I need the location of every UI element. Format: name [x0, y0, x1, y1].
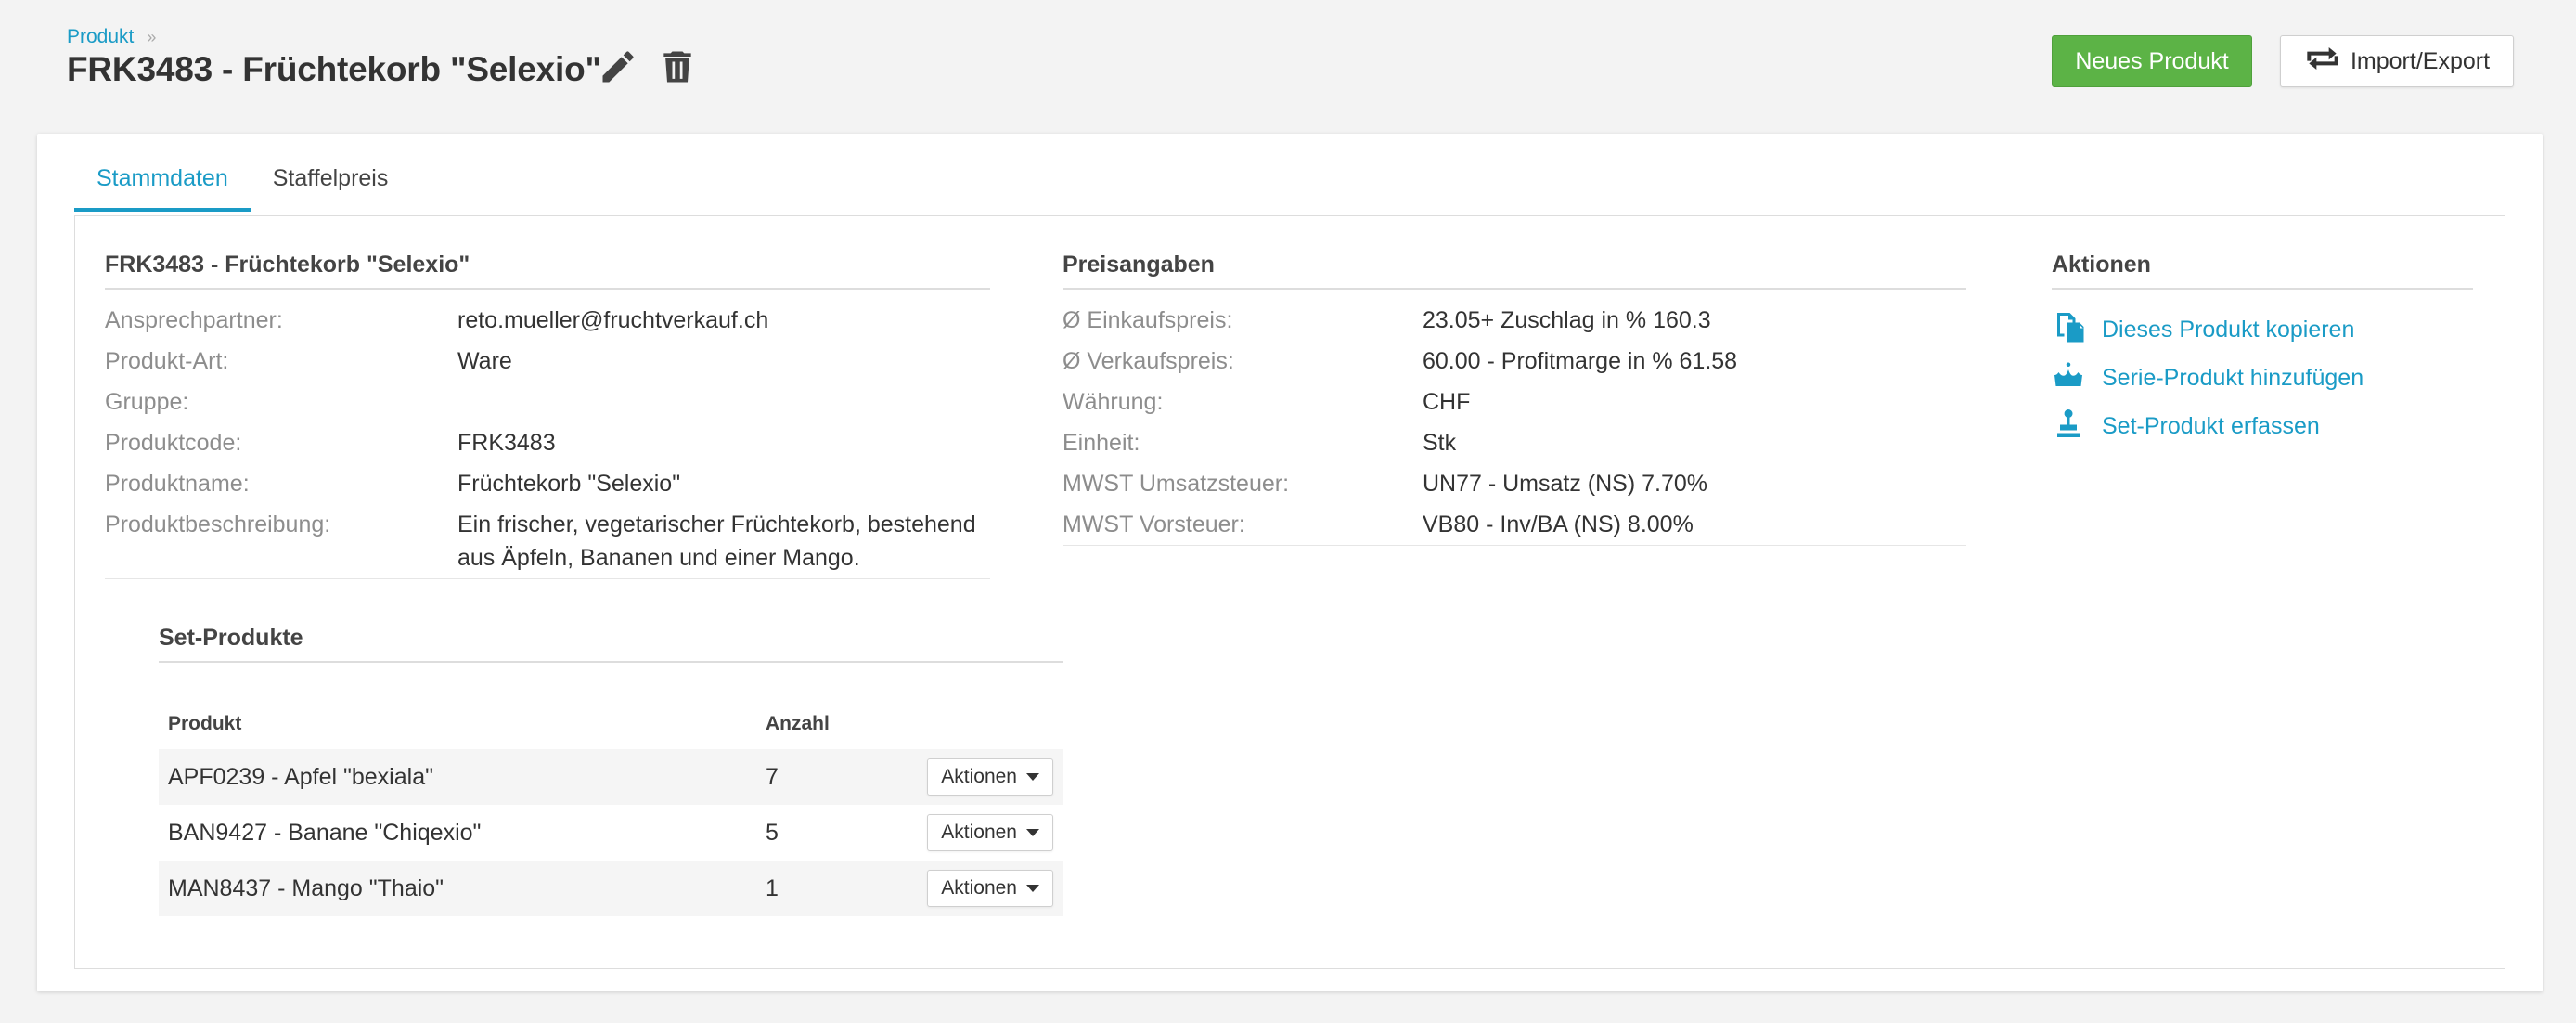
- field-label: Produkt-Art:: [105, 348, 229, 374]
- caret-down-icon: [1026, 885, 1039, 892]
- field-value: VB80 - Inv/BA (NS) 8.00%: [1423, 512, 1694, 537]
- field-label: Ø Verkaufspreis:: [1063, 348, 1234, 374]
- field-row: MWST Umsatzsteuer: UN77 - Umsatz (NS) 7.7…: [1063, 463, 1966, 504]
- row-actions-label: Aktionen: [941, 822, 1017, 843]
- row-actions-dropdown[interactable]: Aktionen: [927, 814, 1053, 851]
- row-actions-label: Aktionen: [941, 877, 1017, 899]
- add-series-product-label: Serie-Produkt hinzufügen: [2102, 364, 2364, 391]
- preisangaben-fields: Ø Einkaufspreis: 23.05+ Zuschlag in % 160…: [1063, 300, 1966, 546]
- product-card: Stammdaten Staffelpreis FRK3483 - Frücht…: [37, 134, 2543, 991]
- set-product-name: MAN8437 - Mango "Thaio": [168, 874, 444, 901]
- aktionen-section-title: Aktionen: [2052, 252, 2473, 290]
- field-label: Einheit:: [1063, 430, 1140, 456]
- field-row: MWST Vorsteuer: VB80 - Inv/BA (NS) 8.00%: [1063, 504, 1966, 545]
- copy-product-link[interactable]: Dieses Produkt kopieren: [2052, 305, 2363, 354]
- product-description: Ein frischer, vegetarischer Früchtekorb,…: [457, 504, 976, 575]
- stammdaten-section-title: FRK3483 - Früchtekorb "Selexio": [105, 252, 990, 290]
- field-value: Ware: [457, 348, 512, 374]
- product-description-line-1: Ein frischer, vegetarischer Früchtekorb,…: [457, 512, 976, 537]
- copy-product-label: Dieses Produkt kopieren: [2102, 316, 2355, 343]
- refresh-arrows-icon: [2304, 44, 2341, 80]
- contact-email: reto.mueller@fruchtverkauf.ch: [457, 307, 769, 333]
- field-row: Produktname: Früchtekorb "Selexio": [105, 463, 990, 504]
- field-row: Produkt-Art: Ware: [105, 341, 990, 382]
- tab-bar: Stammdaten Staffelpreis: [74, 156, 410, 212]
- field-row: Ø Einkaufspreis: 23.05+ Zuschlag in % 160…: [1063, 300, 1966, 341]
- breadcrumb: Produkt »: [67, 26, 156, 48]
- set-product-count: 7: [766, 763, 779, 790]
- caret-down-icon: [1026, 829, 1039, 836]
- row-actions-dropdown[interactable]: Aktionen: [927, 870, 1053, 907]
- field-label: MWST Umsatzsteuer:: [1063, 471, 1290, 497]
- field-label: Ø Einkaufspreis:: [1063, 307, 1233, 333]
- aktionen-list: Dieses Produkt kopieren Serie-Produkt hi…: [2052, 305, 2363, 450]
- page-title: FRK3483 - Früchtekorb "Selexio": [67, 50, 601, 88]
- product-description-line-2: aus Äpfeln, Bananen und einer Mango.: [457, 545, 860, 571]
- field-row: Produktbeschreibung: Ein frischer, veget…: [105, 504, 990, 575]
- field-value: 23.05+ Zuschlag in % 160.3: [1423, 307, 1711, 333]
- table-row: BAN9427 - Banane "Chiqexio" 5 Aktionen: [159, 805, 1063, 861]
- stammdaten-panel: FRK3483 - Früchtekorb "Selexio" Ansprech…: [74, 215, 2505, 969]
- field-value: FRK3483: [457, 430, 556, 456]
- create-set-product-label: Set-Produkt erfassen: [2102, 412, 2320, 439]
- column-header-produkt: Produkt: [168, 713, 242, 734]
- column-header-anzahl: Anzahl: [766, 713, 830, 734]
- row-actions-dropdown[interactable]: Aktionen: [927, 758, 1053, 796]
- field-row: Gruppe:: [105, 382, 990, 422]
- table-row: APF0239 - Apfel "bexiala" 7 Aktionen: [159, 749, 1063, 805]
- field-label: Produktbeschreibung:: [105, 512, 331, 537]
- table-row: MAN8437 - Mango "Thaio" 1 Aktionen: [159, 861, 1063, 916]
- field-value: UN77 - Umsatz (NS) 7.70%: [1423, 471, 1708, 497]
- row-actions-label: Aktionen: [941, 766, 1017, 787]
- create-set-product-link[interactable]: Set-Produkt erfassen: [2052, 402, 2363, 450]
- edit-pencil-icon[interactable]: [598, 46, 638, 87]
- stammdaten-fields: Ansprechpartner: reto.mueller@fruchtverka…: [105, 300, 990, 579]
- set-product-count: 5: [766, 819, 779, 846]
- field-row: Ø Verkaufspreis: 60.00 - Profitmarge in %…: [1063, 341, 1966, 382]
- page-header: Produkt » FRK3483 - Früchtekorb "Selexio"…: [0, 0, 2576, 130]
- field-label: Gruppe:: [105, 389, 189, 415]
- field-row: Einheit: Stk: [1063, 422, 1966, 463]
- tab-staffelpreis[interactable]: Staffelpreis: [251, 156, 411, 212]
- set-produkte-table: Produkt Anzahl APF0239 - Apfel "bexiala"…: [159, 699, 1063, 916]
- breadcrumb-separator: »: [147, 28, 157, 46]
- field-value: CHF: [1423, 389, 1471, 415]
- field-row: Währung: CHF: [1063, 382, 1966, 422]
- field-label: Produktname:: [105, 471, 250, 497]
- field-label: Ansprechpartner:: [105, 307, 283, 333]
- field-label: Produktcode:: [105, 430, 242, 456]
- field-label: MWST Vorsteuer:: [1063, 512, 1245, 537]
- import-export-button[interactable]: Import/Export: [2280, 35, 2514, 87]
- preisangaben-section-title: Preisangaben: [1063, 252, 1966, 290]
- copy-icon: [2052, 310, 2085, 350]
- set-produkte-section-title: Set-Produkte: [159, 625, 1063, 663]
- caret-down-icon: [1026, 773, 1039, 781]
- stamp-icon: [2052, 407, 2085, 447]
- set-product-name: APF0239 - Apfel "bexiala": [168, 763, 433, 790]
- new-product-button[interactable]: Neues Produkt: [2052, 35, 2252, 87]
- field-row: Produktcode: FRK3483: [105, 422, 990, 463]
- add-series-product-link[interactable]: Serie-Produkt hinzufügen: [2052, 354, 2363, 402]
- field-value: 60.00 - Profitmarge in % 61.58: [1423, 348, 1738, 374]
- field-label: Währung:: [1063, 389, 1164, 415]
- set-product-name: BAN9427 - Banane "Chiqexio": [168, 819, 482, 846]
- crown-icon: [2052, 358, 2085, 398]
- trash-icon[interactable]: [657, 46, 698, 87]
- tab-stammdaten[interactable]: Stammdaten: [74, 156, 251, 212]
- import-export-label: Import/Export: [2350, 47, 2491, 74]
- field-value: Stk: [1423, 430, 1457, 456]
- set-product-count: 1: [766, 874, 779, 901]
- table-header: Produkt Anzahl: [159, 699, 1063, 749]
- field-value: Früchtekorb "Selexio": [457, 471, 681, 497]
- breadcrumb-link-produkt[interactable]: Produkt: [67, 26, 134, 47]
- field-row: Ansprechpartner: reto.mueller@fruchtverka…: [105, 300, 990, 341]
